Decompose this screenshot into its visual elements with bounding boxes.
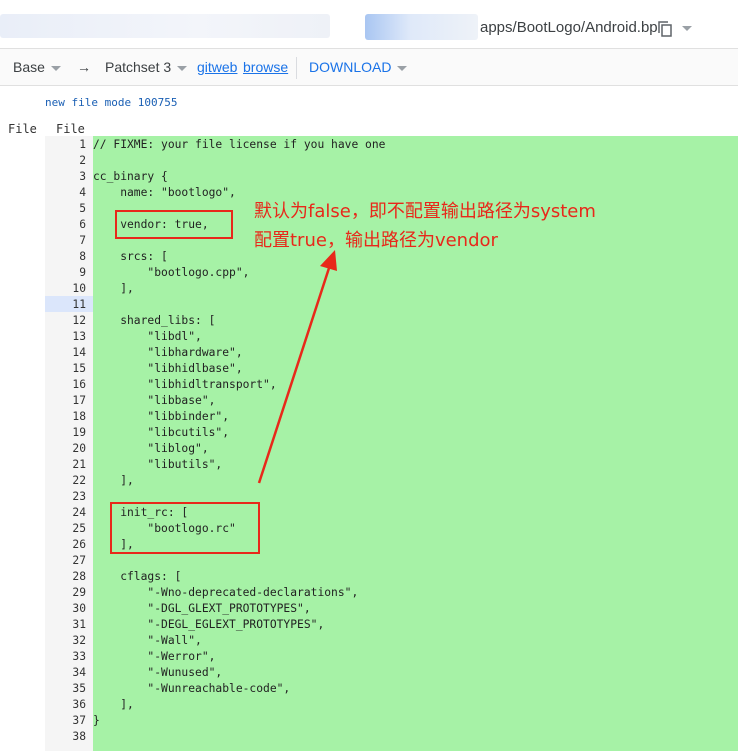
annotation-line-2: 配置true，输出路径为vendor [254, 230, 498, 251]
annotation-arrow [257, 250, 337, 484]
annotation-text: 默认为false，即不配置输出路径为system 配置true，输出路径为ven… [254, 197, 596, 255]
annotation-line-1: 默认为false，即不配置输出路径为system [254, 201, 596, 222]
